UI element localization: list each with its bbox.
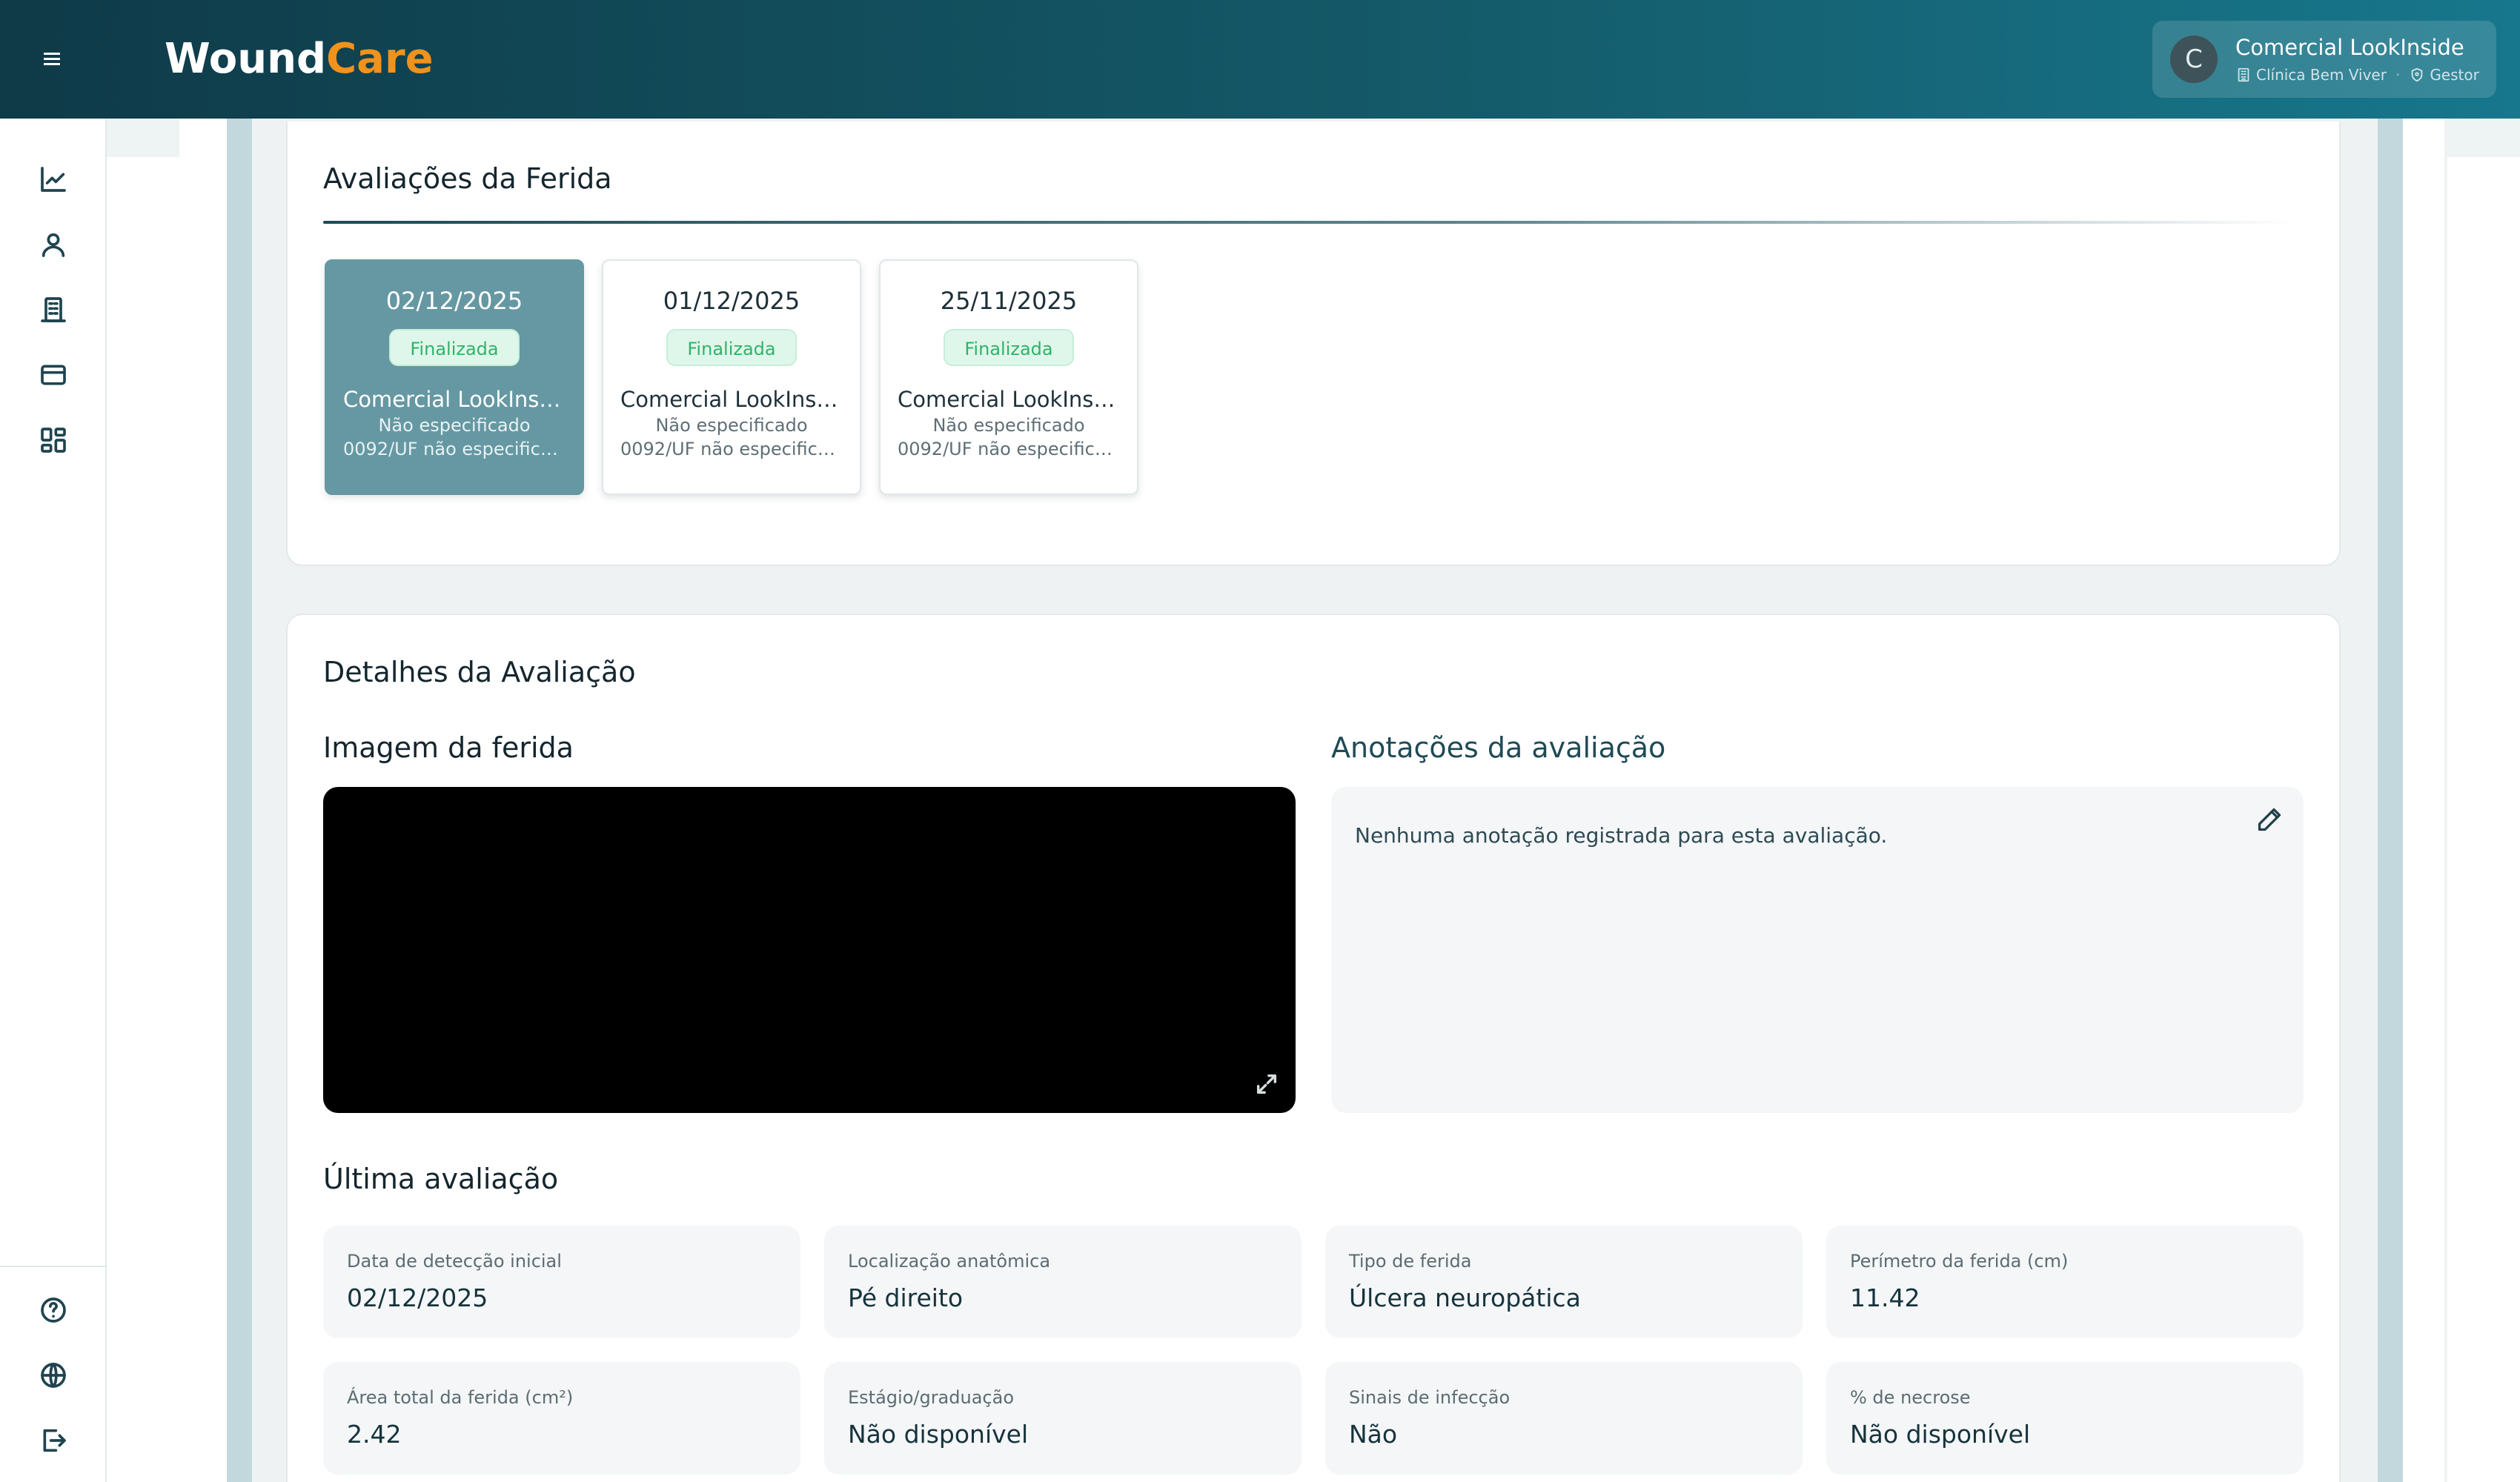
evaluation-registration: 0092/UF não especificado [343, 439, 566, 459]
evaluation-registration: 0092/UF não especificado [898, 439, 1120, 459]
brand-name-part2: Care [326, 35, 434, 83]
stat-detection-date: Data de detecção inicial 02/12/2025 [323, 1226, 800, 1338]
user-info: Comercial LookInside Clínica Bem Viver ·… [2235, 33, 2479, 85]
stat-value: Úlcera neuropática [1349, 1283, 1581, 1312]
user-role: Gestor [2430, 66, 2479, 84]
meta-separator: · [2395, 66, 2401, 84]
sidebar [0, 119, 107, 1482]
avatar: C [2170, 36, 2218, 83]
stat-label: Tipo de ferida [1349, 1251, 1472, 1272]
evaluations-card: Avaliações da Ferida 02/12/2025 Finaliza… [286, 122, 2341, 566]
stat-value: Não [1349, 1420, 1398, 1449]
shield-icon [2411, 67, 2423, 82]
stat-label: Data de detecção inicial [347, 1251, 562, 1272]
menu-icon [44, 53, 60, 65]
stat-label: Estágio/graduação [848, 1387, 1015, 1408]
notes-box: Nenhuma anotação registrada para esta av… [1331, 787, 2304, 1113]
user-meta: Clínica Bem Viver · Gestor [2235, 64, 2479, 85]
evaluation-registration: 0092/UF não especificado [620, 439, 843, 459]
wound-image[interactable] [323, 787, 1296, 1113]
user-name: Comercial LookInside [2235, 35, 2464, 60]
stat-label: Perímetro da ferida (cm) [1850, 1251, 2069, 1272]
stat-infection-signs: Sinais de infecção Não [1325, 1362, 1803, 1475]
evaluation-specialty: Não especificado [655, 415, 808, 436]
background-panel [107, 157, 179, 1482]
building-icon [41, 297, 66, 322]
evaluation-specialty: Não especificado [378, 415, 531, 436]
background-stripe [2378, 119, 2403, 1482]
stat-perimeter: Perímetro da ferida (cm) 11.42 [1826, 1226, 2304, 1338]
stat-label: Sinais de infecção [1349, 1387, 1511, 1408]
user-clinic: Clínica Bem Viver [2256, 66, 2387, 84]
status-badge: Finalizada [666, 329, 797, 366]
globe-icon [41, 1363, 66, 1388]
stat-anatomic-location: Localização anatômica Pé direito [824, 1226, 1302, 1338]
stat-wound-type: Tipo de ferida Úlcera neuropática [1325, 1226, 1803, 1338]
stat-stage: Estágio/graduação Não disponível [824, 1362, 1302, 1475]
nav-billing[interactable] [33, 354, 74, 396]
stat-value: 2.42 [347, 1420, 402, 1449]
expand-image-button[interactable] [1254, 1071, 1279, 1097]
nav-dashboard[interactable] [33, 159, 74, 200]
details-title: Detalhes da Avaliação [323, 656, 636, 688]
evaluation-author: Comercial LookInside [620, 387, 843, 412]
evaluation-card-2[interactable]: 01/12/2025 Finalizada Comercial LookInsi… [602, 259, 861, 495]
nav-modules[interactable] [33, 419, 74, 461]
help-icon [41, 1297, 66, 1323]
evaluation-date: 02/12/2025 [385, 287, 523, 315]
evaluation-card-3[interactable]: 25/11/2025 Finalizada Comercial LookInsi… [879, 259, 1138, 495]
brand-name-part1: Wound [165, 35, 327, 83]
stat-value: Não disponível [848, 1420, 1029, 1449]
stat-value: Pé direito [848, 1283, 964, 1312]
logout-icon [43, 1429, 66, 1452]
stat-necrosis: % de necrose Não disponível [1826, 1362, 2304, 1475]
stat-total-area: Área total da ferida (cm²) 2.42 [323, 1362, 800, 1475]
chart-icon [41, 167, 66, 192]
stat-value: 11.42 [1850, 1283, 1920, 1312]
pencil-icon [2258, 808, 2281, 831]
card-icon [41, 365, 66, 385]
title-underline [323, 221, 2295, 224]
building-small-icon [2238, 67, 2249, 82]
user-icon [42, 233, 65, 257]
evaluation-date: 25/11/2025 [940, 287, 1078, 315]
background-panel [2447, 157, 2520, 1482]
image-heading: Imagem da ferida [323, 731, 574, 764]
evaluation-specialty: Não especificado [932, 415, 1085, 436]
evaluations-title: Avaliações da Ferida [323, 162, 612, 195]
app-logo[interactable]: WoundCare [165, 30, 434, 89]
stat-label: % de necrose [1850, 1387, 1971, 1408]
status-badge: Finalizada [944, 329, 1074, 366]
details-card: Detalhes da Avaliação Imagem da ferida A… [286, 614, 2341, 1482]
evaluation-author: Comercial LookInside [898, 387, 1120, 412]
notes-heading: Anotações da avaliação [1331, 731, 1666, 764]
expand-icon [1256, 1074, 1277, 1094]
edit-notes-button[interactable] [2256, 806, 2286, 836]
grid-icon [41, 428, 66, 453]
top-header: WoundCare C Comercial LookInside Clínica… [0, 0, 2520, 119]
evaluation-author: Comercial LookInside [343, 387, 566, 412]
user-menu[interactable]: C Comercial LookInside Clínica Bem Viver… [2152, 21, 2496, 98]
sidebar-divider [0, 1266, 105, 1267]
last-evaluation-heading: Última avaliação [323, 1163, 559, 1195]
stat-value: Não disponível [1850, 1420, 2031, 1449]
stat-value: 02/12/2025 [347, 1283, 488, 1312]
nav-language[interactable] [33, 1355, 74, 1396]
nav-logout[interactable] [33, 1420, 74, 1461]
evaluation-date: 01/12/2025 [663, 287, 800, 315]
stat-label: Área total da ferida (cm²) [347, 1387, 574, 1408]
evaluation-card-1[interactable]: 02/12/2025 Finalizada Comercial LookInsi… [325, 259, 584, 495]
notes-text: Nenhuma anotação registrada para esta av… [1355, 823, 1888, 848]
menu-button[interactable] [34, 37, 73, 82]
nav-patients[interactable] [33, 224, 74, 265]
nav-clinics[interactable] [33, 289, 74, 330]
stat-label: Localização anatômica [848, 1251, 1051, 1272]
nav-help[interactable] [33, 1289, 74, 1331]
status-badge: Finalizada [389, 329, 520, 366]
background-stripe [227, 119, 252, 1482]
